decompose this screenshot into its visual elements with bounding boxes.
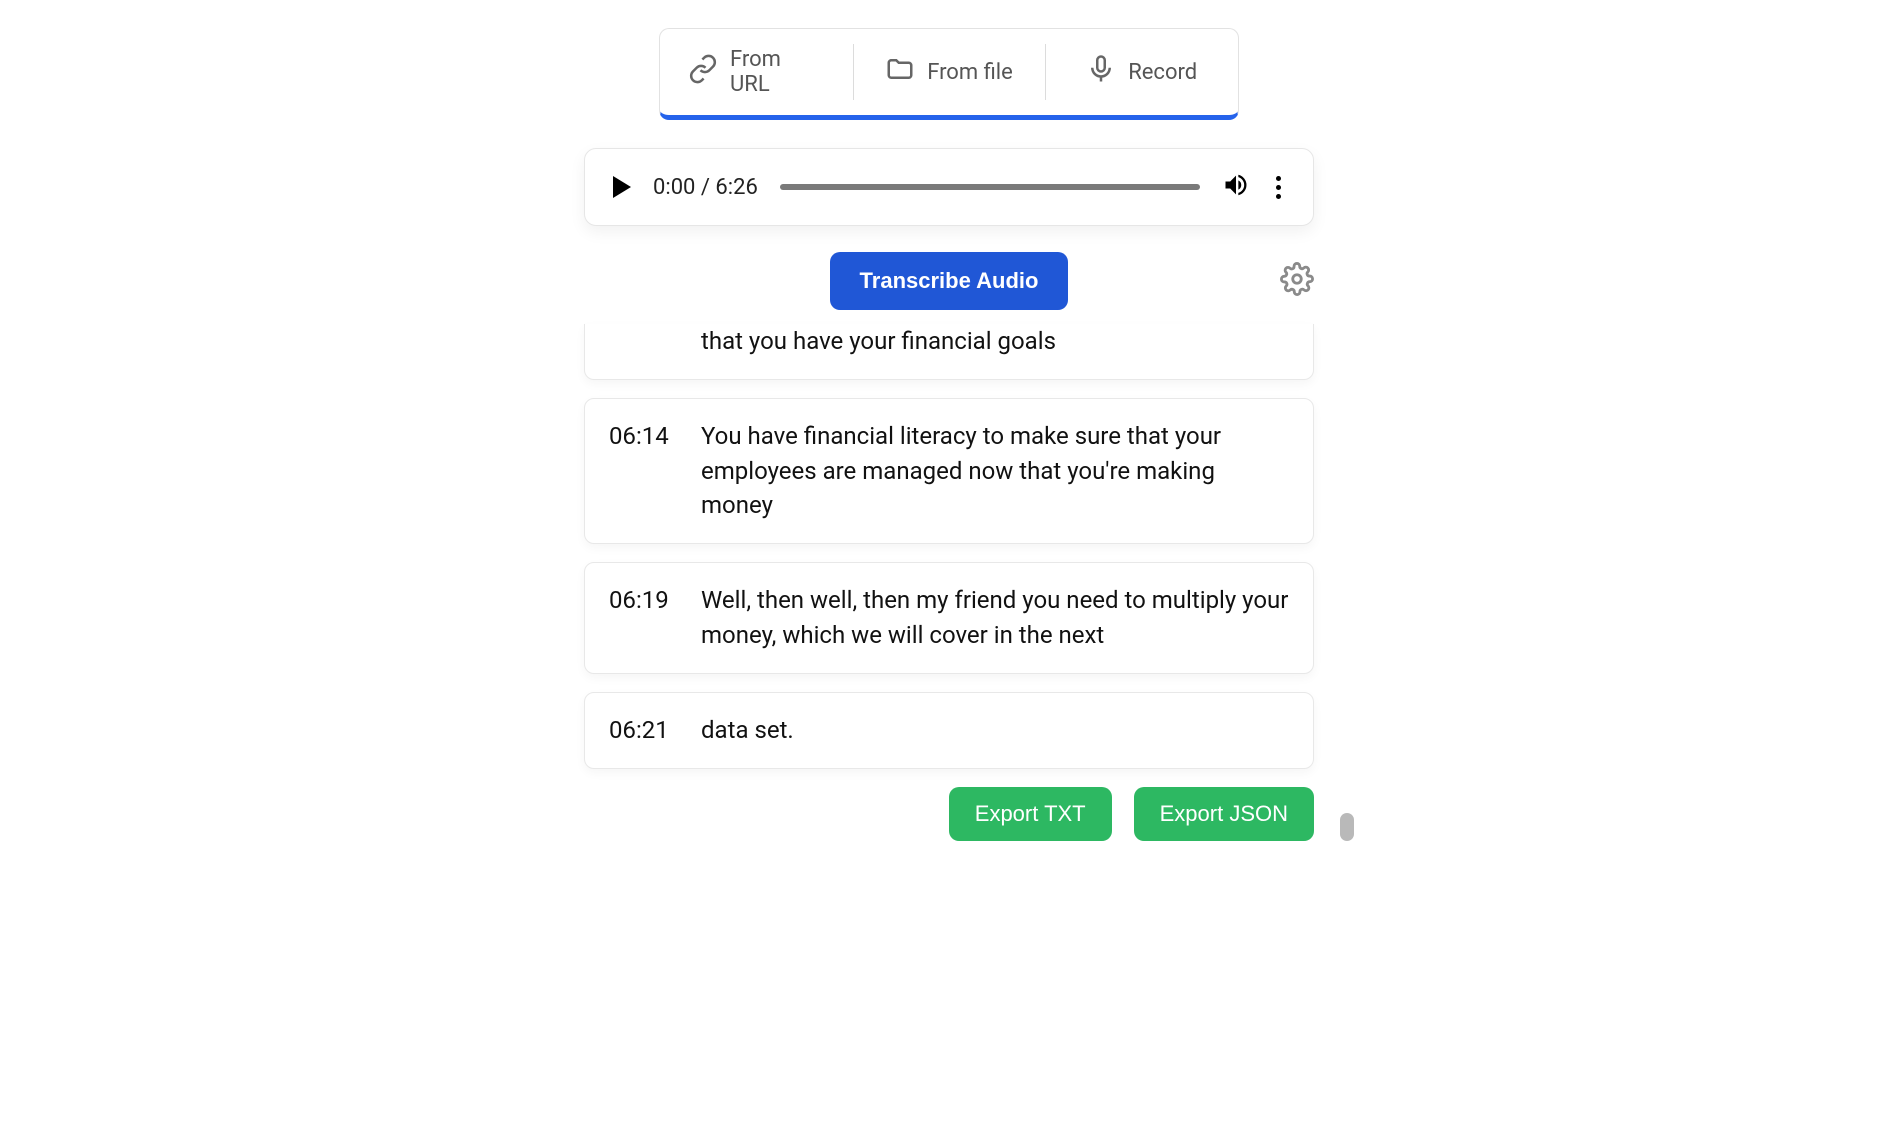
- audio-player: 0:00 / 6:26: [584, 148, 1314, 226]
- transcribe-button[interactable]: Transcribe Audio: [830, 252, 1069, 310]
- transcript-row[interactable]: 06:19 Well, then well, then my friend yo…: [584, 562, 1314, 674]
- transcript-row[interactable]: 06:21 data set.: [584, 692, 1314, 769]
- link-icon: [688, 54, 718, 90]
- action-row: Transcribe Audio: [584, 252, 1314, 310]
- volume-button[interactable]: [1222, 171, 1250, 203]
- transcript-text: data set.: [701, 713, 1289, 748]
- more-options-button[interactable]: [1272, 172, 1285, 203]
- tab-label: From URL: [730, 47, 825, 97]
- tab-label: Record: [1128, 60, 1197, 85]
- export-json-button[interactable]: Export JSON: [1134, 787, 1314, 841]
- transcript-timestamp: 06:14: [609, 419, 675, 523]
- scrollbar-thumb[interactable]: [1340, 813, 1354, 841]
- tab-from-url[interactable]: From URL: [660, 29, 853, 115]
- tab-from-file[interactable]: From file: [853, 29, 1046, 115]
- settings-button[interactable]: [1280, 262, 1314, 300]
- transcript-text: Well, then well, then my friend you need…: [701, 583, 1289, 653]
- folder-icon: [885, 54, 915, 90]
- transcript-timestamp: 06:19: [609, 583, 675, 653]
- scrollbar[interactable]: [1340, 324, 1354, 841]
- gear-icon: [1280, 281, 1314, 300]
- transcript-row[interactable]: that you have your financial goals: [584, 324, 1314, 380]
- progress-bar[interactable]: [780, 184, 1200, 190]
- transcript-timestamp: 06:21: [609, 713, 675, 748]
- export-txt-button[interactable]: Export TXT: [949, 787, 1112, 841]
- transcript-row[interactable]: 06:14 You have financial literacy to mak…: [584, 398, 1314, 544]
- app-container: From URL From file Record 0:00 / 6:26 Tr…: [384, 0, 1514, 841]
- source-tabs: From URL From file Record: [659, 28, 1239, 120]
- time-display: 0:00 / 6:26: [653, 175, 758, 200]
- export-row: Export TXT Export JSON: [584, 787, 1314, 841]
- transcript-text: You have financial literacy to make sure…: [701, 419, 1289, 523]
- transcript-text: that you have your financial goals: [609, 324, 1289, 359]
- tab-label: From file: [927, 60, 1013, 85]
- play-button[interactable]: [613, 176, 631, 198]
- transcript-list: that you have your financial goals 06:14…: [584, 324, 1314, 841]
- microphone-icon: [1086, 54, 1116, 90]
- tab-record[interactable]: Record: [1045, 29, 1238, 115]
